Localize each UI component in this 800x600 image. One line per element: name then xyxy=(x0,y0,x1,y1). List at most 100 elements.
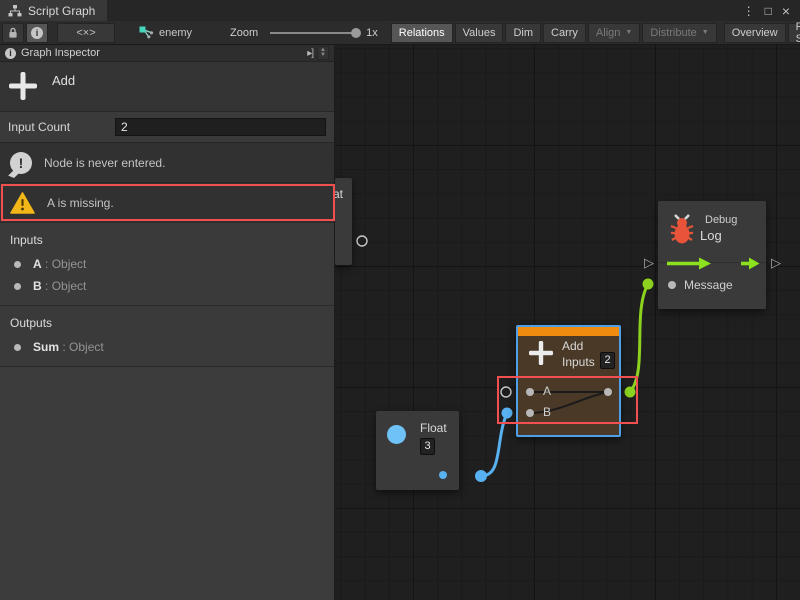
scroll-down-icon[interactable]: ▼ xyxy=(320,53,326,58)
inputs-section: Inputs A : Object B : Object xyxy=(0,222,334,305)
input-port-row-a: A : Object xyxy=(0,253,334,275)
wire-float-to-b[interactable] xyxy=(481,413,507,476)
warning-message-row: A is missing. xyxy=(0,182,334,222)
inspector-empty-area xyxy=(0,366,334,600)
wire-sum-to-message[interactable] xyxy=(630,284,648,392)
outputs-section: Outputs Sum : Object xyxy=(0,305,334,366)
port-b-dot[interactable] xyxy=(526,409,534,417)
add-node-title-line1: Add xyxy=(562,339,583,353)
panel-scroll-arrows[interactable]: ▲ ▼ xyxy=(317,46,329,60)
message-port-label: Message xyxy=(684,278,733,292)
zoom-slider[interactable] xyxy=(270,32,356,34)
debug-log-node[interactable]: Debug Log Message xyxy=(658,201,766,309)
wire-endpoint-blue[interactable] xyxy=(502,408,513,419)
distribute-dropdown[interactable]: Distribute ▼ xyxy=(642,23,716,43)
inspector-toggle-button[interactable]: i xyxy=(26,23,48,43)
info-message-row: ! Node is never entered. xyxy=(0,142,334,182)
warning-message-text: A is missing. xyxy=(47,196,114,210)
input-count-field[interactable]: 2 xyxy=(115,118,326,136)
tab-label: Script Graph xyxy=(28,4,95,18)
code-view-button[interactable]: <×> xyxy=(57,23,115,43)
wire-layer xyxy=(335,45,800,600)
inputs-heading: Inputs xyxy=(0,231,334,253)
fullscreen-button[interactable]: Full Screen xyxy=(788,23,800,43)
overview-button[interactable]: Overview xyxy=(724,23,786,43)
info-message-text: Node is never entered. xyxy=(44,156,165,170)
warning-triangle-icon xyxy=(10,192,35,214)
title-bar: Script Graph ⋮ □ × xyxy=(0,0,800,21)
graph-reference-label: enemy xyxy=(159,27,192,39)
input-count-label: Input Count xyxy=(8,120,115,134)
port-a-dot[interactable] xyxy=(526,388,534,396)
float-type-icon xyxy=(387,425,406,444)
chevron-down-icon: ▼ xyxy=(702,29,709,36)
selected-node-header: Add xyxy=(0,62,334,112)
zoom-slider-handle[interactable] xyxy=(351,28,361,38)
relations-button[interactable]: Relations xyxy=(391,23,453,43)
node-header-strip xyxy=(518,327,619,336)
control-input-triangle-icon[interactable]: ▷ xyxy=(644,255,654,271)
graph-canvas[interactable]: at Float 3 Add Inputs 2 xyxy=(335,45,800,600)
port-dot-icon xyxy=(14,283,21,290)
selected-node-title: Add xyxy=(52,70,75,88)
add-node-count-badge: 2 xyxy=(600,352,615,369)
wire-endpoint-green[interactable] xyxy=(625,387,636,398)
graph-toolbar: i <×> enemy Zoom 1x Relations Values Dim xyxy=(0,21,800,45)
graph-node-tree-icon xyxy=(139,26,154,39)
input-port-row-b: B : Object xyxy=(0,275,334,297)
outputs-heading: Outputs xyxy=(0,314,334,336)
clipped-float-node[interactable]: at xyxy=(335,178,352,265)
info-icon: i xyxy=(5,48,16,59)
info-icon: i xyxy=(31,27,43,39)
values-button[interactable]: Values xyxy=(455,23,504,43)
port-dot-icon xyxy=(14,261,21,268)
port-b-label: B xyxy=(543,405,551,419)
float-output-port[interactable] xyxy=(439,471,447,479)
add-node-icon xyxy=(8,70,38,102)
debug-node-title-line2: Log xyxy=(700,228,722,243)
carry-button[interactable]: Carry xyxy=(543,23,586,43)
window-menu-icon[interactable]: ⋮ xyxy=(743,4,755,18)
float-value-field[interactable]: 3 xyxy=(420,438,435,455)
graph-inspector-panel: i Graph Inspector ▸] ▲ ▼ Add Inp xyxy=(0,45,335,600)
output-port-row-sum: Sum : Object xyxy=(0,336,334,358)
dim-button[interactable]: Dim xyxy=(505,23,541,43)
window-maximize-icon[interactable]: □ xyxy=(765,4,772,18)
graph-inspector-header[interactable]: i Graph Inspector ▸] ▲ ▼ xyxy=(0,45,334,62)
add-node-title-line2: Inputs xyxy=(562,355,595,369)
flow-in-arrow-icon[interactable] xyxy=(666,257,712,270)
add-inputs-node[interactable]: Add Inputs 2 A B xyxy=(516,325,621,437)
script-graph-window: Script Graph ⋮ □ × i <×> xyxy=(0,0,800,600)
float-node[interactable]: Float 3 xyxy=(376,411,459,490)
tab-script-graph[interactable]: Script Graph xyxy=(0,0,107,21)
bug-icon xyxy=(668,213,696,246)
empty-port-indicator[interactable] xyxy=(357,236,367,246)
add-node-icon xyxy=(528,340,554,366)
empty-port-indicator[interactable] xyxy=(501,387,511,397)
debug-node-title-line1: Debug xyxy=(705,214,737,226)
code-icon: <×> xyxy=(76,27,95,39)
flow-out-arrow-icon[interactable] xyxy=(741,257,760,270)
graph-inspector-title: Graph Inspector xyxy=(21,47,100,59)
speech-bubble-exclamation-icon: ! xyxy=(10,152,32,174)
port-a-label: A xyxy=(543,384,551,398)
message-port-dot[interactable] xyxy=(668,281,676,289)
clipped-node-text: at xyxy=(335,187,343,201)
lock-button[interactable] xyxy=(2,23,24,43)
zoom-label: Zoom xyxy=(230,27,258,39)
graph-reference[interactable]: enemy xyxy=(139,26,192,39)
chevron-down-icon: ▼ xyxy=(625,29,632,36)
float-node-title: Float xyxy=(420,421,447,435)
wire-endpoint-blue[interactable] xyxy=(475,470,487,482)
window-close-icon[interactable]: × xyxy=(782,3,790,19)
wire-endpoint-green[interactable] xyxy=(643,279,654,290)
control-output-triangle-icon[interactable]: ▷ xyxy=(771,255,781,271)
sum-output-dot[interactable] xyxy=(604,388,612,396)
input-count-row: Input Count 2 xyxy=(0,112,334,142)
port-dot-icon xyxy=(14,344,21,351)
dock-panel-icon[interactable]: ▸] xyxy=(307,48,313,59)
zoom-level: 1x xyxy=(366,27,378,39)
align-dropdown[interactable]: Align ▼ xyxy=(588,23,640,43)
lock-icon xyxy=(8,27,18,39)
graph-hierarchy-icon xyxy=(8,5,22,17)
